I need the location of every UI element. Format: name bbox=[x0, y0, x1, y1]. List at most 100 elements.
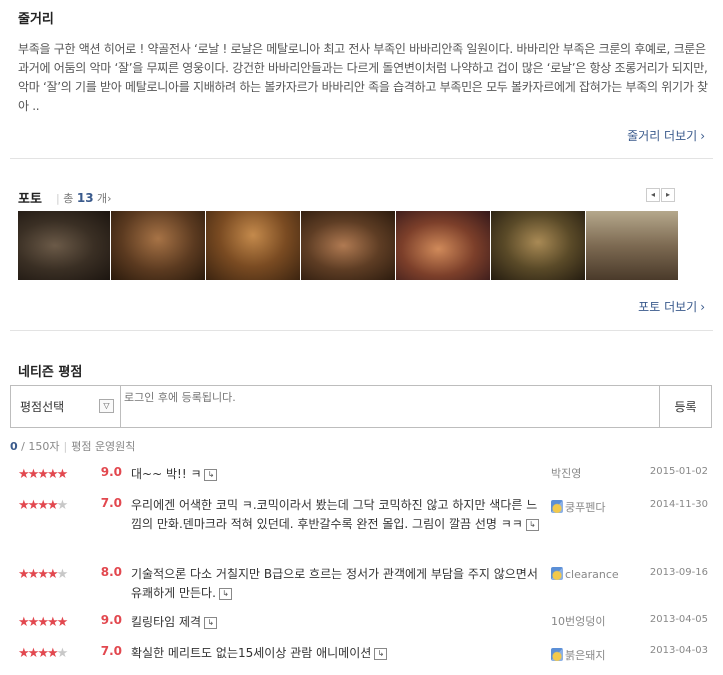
star-icon: ★ bbox=[46, 646, 59, 661]
review-date: 2013-04-05 bbox=[649, 614, 708, 625]
review-text-content: 기술적으론 다소 거칠지만 B급으로 흐르는 정서가 관객에게 부담을 주지 않… bbox=[131, 567, 538, 600]
review-text-content: 킬링타임 제격 bbox=[131, 615, 202, 629]
photo-count[interactable]: | 총 13 개› bbox=[56, 190, 112, 206]
star-icon: ★ bbox=[56, 615, 69, 630]
divider bbox=[10, 158, 713, 159]
char-count-max: / 150자 bbox=[21, 440, 60, 453]
synopsis-more-link[interactable]: 줄거리 더보기 › bbox=[627, 127, 705, 144]
review-date: 2015-01-02 bbox=[649, 466, 708, 477]
policy-link[interactable]: 평점 운영원칙 bbox=[71, 440, 135, 453]
photo-thumbnail[interactable] bbox=[206, 211, 300, 280]
triangle-left-icon: ◂ bbox=[650, 190, 655, 199]
chevron-down-icon: ▽ bbox=[99, 399, 114, 413]
star-icon: ★ bbox=[27, 646, 40, 661]
review-text-content: 대~~ 박!! ㅋ bbox=[131, 467, 202, 481]
photo-more-link[interactable]: 포토 더보기 › bbox=[638, 298, 705, 315]
reply-icon[interactable]: ↳ bbox=[204, 616, 218, 629]
star-rating: ★★★★★ bbox=[18, 646, 69, 661]
review-score: 9.0 bbox=[100, 613, 122, 627]
medal-icon bbox=[551, 567, 563, 580]
review-form: 평점선택 ▽ 등록 bbox=[10, 385, 712, 428]
review-input[interactable] bbox=[121, 386, 659, 427]
review-section-title: 네티즌 평점 bbox=[18, 365, 83, 380]
star-icon: ★ bbox=[27, 615, 40, 630]
star-rating: ★★★★★ bbox=[18, 467, 69, 482]
star-icon: ★ bbox=[46, 498, 59, 513]
medal-icon bbox=[551, 500, 563, 513]
star-icon: ★ bbox=[18, 498, 30, 513]
review-writer[interactable]: 붉은돼지 bbox=[551, 647, 605, 663]
writer-name: clearance bbox=[565, 568, 619, 581]
review-date: 2013-04-03 bbox=[649, 645, 708, 656]
star-icon: ★ bbox=[37, 498, 49, 513]
photo-next-button[interactable]: ▸ bbox=[661, 188, 675, 202]
review-text-content: 우리에겐 어색한 코믹 ㅋ.코믹이라서 봤는데 그닥 코믹하진 않고 하지만 색… bbox=[131, 498, 538, 531]
rating-select[interactable]: 평점선택 ▽ bbox=[11, 386, 121, 427]
submit-button[interactable]: 등록 bbox=[659, 386, 711, 427]
review-text-content: 확실한 메리트도 없는15세이상 관람 애니메이션 bbox=[131, 646, 372, 660]
separator: | bbox=[56, 192, 60, 205]
char-count-current: 0 bbox=[10, 440, 18, 453]
star-icon: ★ bbox=[37, 646, 49, 661]
review-writer[interactable]: 박진영 bbox=[551, 465, 581, 481]
star-icon: ★ bbox=[46, 567, 59, 582]
star-icon: ★ bbox=[46, 615, 59, 630]
photo-prev-button[interactable]: ◂ bbox=[646, 188, 660, 202]
star-icon: ★ bbox=[56, 467, 69, 482]
review-writer[interactable]: 쿵푸펜다 bbox=[551, 499, 605, 515]
reply-icon[interactable]: ↳ bbox=[204, 468, 218, 481]
reply-icon[interactable]: ↳ bbox=[374, 647, 388, 660]
review-score: 9.0 bbox=[100, 465, 122, 479]
review-text: 확실한 메리트도 없는15세이상 관람 애니메이션 ↳ bbox=[131, 644, 547, 663]
synopsis-text: 부족을 구한 액션 히어로 ! 약골전사 ‘로날 ! 로날은 메탈로니아 최고 … bbox=[18, 42, 708, 113]
star-icon: ★ bbox=[56, 646, 69, 661]
reply-icon[interactable]: ↳ bbox=[218, 587, 232, 600]
writer-name: 박진영 bbox=[551, 467, 582, 480]
photo-count-suffix: 개 bbox=[97, 192, 108, 205]
star-icon: ★ bbox=[37, 615, 49, 630]
synopsis-title: 줄거리 bbox=[18, 12, 54, 27]
star-icon: ★ bbox=[27, 567, 40, 582]
star-icon: ★ bbox=[27, 498, 40, 513]
writer-name: 10번엉덩이 bbox=[551, 615, 606, 628]
review-score: 8.0 bbox=[100, 565, 122, 579]
photo-thumbnail[interactable] bbox=[491, 211, 585, 280]
review-date: 2013-09-16 bbox=[649, 567, 708, 578]
photo-more-label: 포토 더보기 bbox=[638, 300, 698, 314]
chevron-right-icon: › bbox=[107, 192, 112, 205]
divider bbox=[10, 330, 713, 331]
review-text: 킬링타임 제격 ↳ bbox=[131, 613, 547, 632]
star-icon: ★ bbox=[18, 615, 30, 630]
photo-section-title: 포토 bbox=[18, 192, 42, 207]
rating-select-label: 평점선택 bbox=[20, 400, 65, 414]
star-icon: ★ bbox=[18, 567, 30, 582]
star-icon: ★ bbox=[56, 567, 69, 582]
star-icon: ★ bbox=[46, 467, 59, 482]
photo-thumbnail[interactable] bbox=[301, 211, 395, 280]
photo-thumbnail[interactable] bbox=[111, 211, 205, 280]
star-rating: ★★★★★ bbox=[18, 498, 69, 513]
review-score: 7.0 bbox=[100, 496, 122, 510]
review-writer[interactable]: clearance bbox=[551, 567, 619, 581]
star-icon: ★ bbox=[18, 467, 30, 482]
photo-count-number: 13 bbox=[76, 191, 94, 205]
star-rating: ★★★★★ bbox=[18, 615, 69, 630]
star-icon: ★ bbox=[18, 646, 30, 661]
photo-thumbnail[interactable] bbox=[18, 211, 110, 280]
photo-thumbnail[interactable] bbox=[396, 211, 490, 280]
synopsis-more-label: 줄거리 더보기 bbox=[627, 129, 698, 143]
photo-strip bbox=[18, 211, 678, 280]
review-text: 대~~ 박!! ㅋ ↳ bbox=[131, 465, 547, 484]
review-date: 2014-11-30 bbox=[649, 499, 708, 510]
chevron-right-icon: › bbox=[700, 129, 705, 143]
review-writer[interactable]: 10번엉덩이 bbox=[551, 613, 605, 629]
writer-name: 붉은돼지 bbox=[565, 649, 606, 662]
photo-thumbnail[interactable] bbox=[586, 211, 678, 280]
review-text: 우리에겐 어색한 코믹 ㅋ.코믹이라서 봤는데 그닥 코믹하진 않고 하지만 색… bbox=[131, 496, 547, 534]
triangle-right-icon: ▸ bbox=[665, 190, 670, 199]
star-icon: ★ bbox=[56, 498, 69, 513]
photo-count-prefix: 총 bbox=[63, 192, 74, 205]
medal-icon bbox=[551, 648, 563, 661]
star-rating: ★★★★★ bbox=[18, 567, 69, 582]
reply-icon[interactable]: ↳ bbox=[525, 518, 539, 531]
